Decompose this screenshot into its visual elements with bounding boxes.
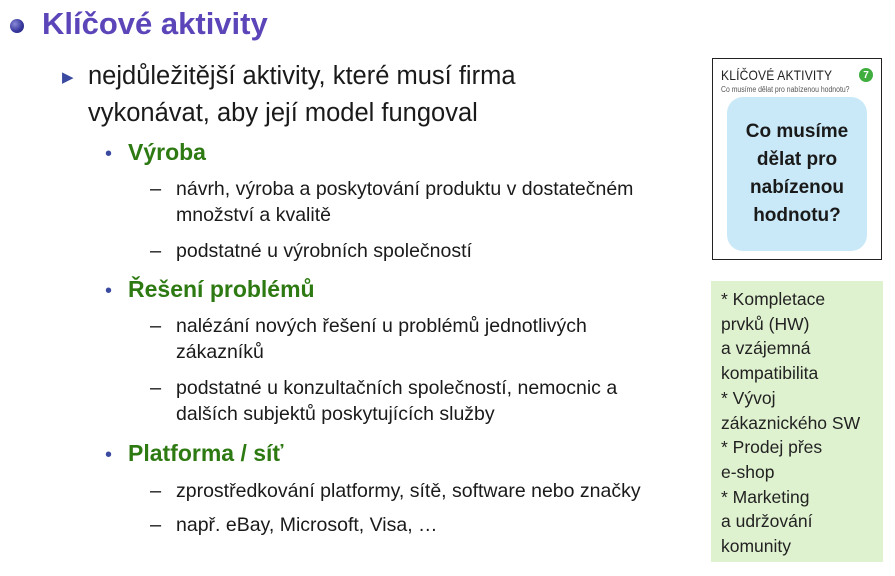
list-item: – návrh, výroba a poskytování produktu v… [150,176,706,228]
list-item-text: návrh, výroba a poskytování produktu v d… [176,178,634,226]
note-line: prvků (HW) [721,313,810,334]
list-item: – zprostředkování platformy, sítě, softw… [150,478,706,504]
list-item-text: zprostředkování platformy, sítě, softwar… [176,480,641,502]
note-line: e-shop [721,461,775,482]
dash-bullet: – [150,377,162,399]
card-title: KLÍČOVÉ AKTIVITY [721,67,833,83]
notes-box: * Kompletace prvků (HW) a vzájemná kompa… [711,281,883,562]
dot-bullet-icon: • [105,143,113,165]
note-line: * Vývoj [721,387,776,408]
dot-bullet-icon: • [105,280,113,302]
note-line: * Kompletace [721,289,826,309]
dash-bullet: – [150,178,162,200]
card-subtitle: Co musíme dělat pro nabízenou hodnotu? [721,85,850,94]
intro-item: ▶ nejdůležitější aktivity, které musí fi… [62,58,608,132]
dash-bullet: – [150,514,162,536]
list-item: – podstatné u konzultačních společností,… [150,375,676,427]
title-bullet-icon [10,19,24,33]
section-heading-platforma: • Platforma / síť [105,440,283,467]
note-line: * Marketing [721,486,810,507]
intro-text: nejdůležitější aktivity, které musí firm… [88,62,516,127]
dash-bullet: – [150,315,162,337]
page-title: Klíčové aktivity [42,6,268,41]
key-activities-card: KLÍČOVÉ AKTIVITY Co musíme dělat pro nab… [712,58,882,260]
note-line: kompatibilita [721,363,819,384]
section-heading-text: Platforma / síť [128,440,284,466]
dash-bullet: – [150,480,162,502]
section-heading-text: Výroba [128,139,206,165]
list-item: – nalézání nových řešení u problémů jedn… [150,313,656,365]
section-heading-reseni-problemu: • Řešení problémů [105,276,315,303]
dot-bullet-icon: • [105,444,113,466]
section-heading-vyroba: • Výroba [105,139,206,166]
card-number-badge: 7 [859,68,873,82]
list-item: – podstatné u výrobních společností [150,238,706,264]
title-row: Klíčové aktivity [10,6,268,42]
list-item-text: nalézání nových řešení u problémů jednot… [176,315,587,363]
list-item: – např. eBay, Microsoft, Visa, … [150,512,706,538]
note-line: a udržování [721,511,813,532]
note-line: zákaznického SW [721,412,861,433]
card-question-bubble: Co musíme dělat pro nabízenou hodnotu? [727,97,867,251]
note-line: * Prodej přes [721,437,823,458]
note-line: a vzájemná [721,338,811,359]
triangle-bullet-icon: ▶ [62,69,74,86]
dash-bullet: – [150,240,162,262]
note-line: komunity [721,536,792,557]
list-item-text: např. eBay, Microsoft, Visa, … [176,514,438,536]
section-heading-text: Řešení problémů [128,276,315,302]
card-question: Co musíme dělat pro nabízenou hodnotu? [745,121,849,226]
list-item-text: podstatné u výrobních společností [176,240,472,262]
list-item-text: podstatné u konzultačních společností, n… [176,377,618,425]
